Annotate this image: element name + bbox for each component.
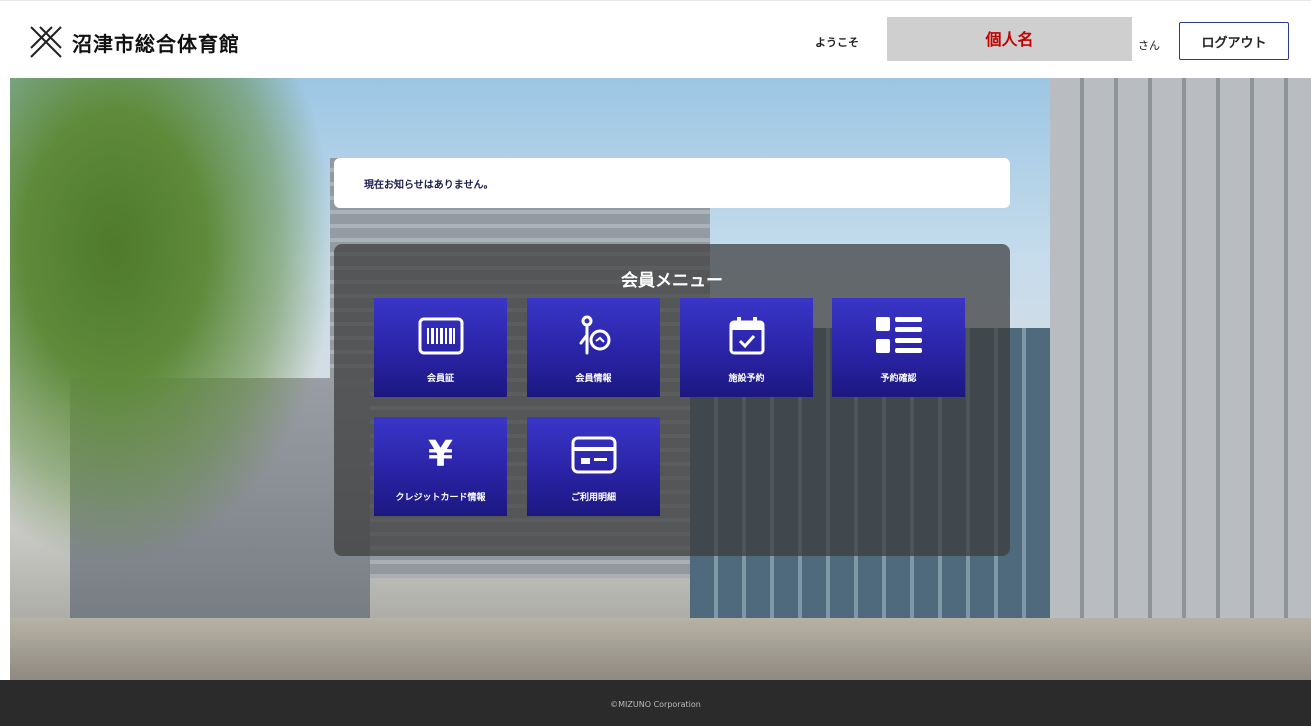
- menu-tile-credit-card-info[interactable]: ¥ クレジットカード情報: [374, 417, 507, 516]
- notice-text: 現在お知らせはありません。: [364, 180, 494, 191]
- notice-box: 現在お知らせはありません。: [334, 158, 1010, 208]
- menu-tile-label: 施設予約: [728, 374, 765, 384]
- menu-tile-reservation-check[interactable]: 予約確認: [832, 298, 965, 397]
- bg-building-right: [1050, 78, 1311, 678]
- site-header: 沼津市総合体育館 ようこそ 個人名 さん ログアウト: [0, 0, 1311, 78]
- list-icon: [875, 317, 922, 353]
- welcome-label: ようこそ: [815, 36, 859, 49]
- menu-tile-member-info[interactable]: 会員情報: [527, 298, 660, 397]
- bg-tree: [10, 78, 330, 558]
- menu-tile-label: クレジットカード情報: [395, 493, 486, 503]
- member-menu-title: 会員メニュー: [621, 271, 723, 291]
- menu-tile-label: 予約確認: [880, 374, 917, 384]
- receipt-card-icon: [571, 436, 616, 474]
- barcode-card-icon: [418, 317, 463, 355]
- bg-plaza: [10, 618, 1311, 680]
- user-name: 個人名: [985, 30, 1034, 49]
- menu-tile-label: ご利用明細: [570, 493, 616, 503]
- logo-mark-icon: [30, 26, 62, 58]
- username-box: 個人名: [887, 17, 1132, 61]
- member-menu-panel: 会員メニュー 会員証 会員情報 施設予約 予約確認 ¥ クレジットカード情報 ご…: [334, 244, 1010, 556]
- menu-tile-label: 会員情報: [575, 374, 612, 384]
- honorific-label: さん: [1138, 39, 1160, 52]
- site-name: 沼津市総合体育館: [72, 31, 240, 56]
- calendar-check-icon: [729, 317, 764, 355]
- copyright-text: ©MIZUNO Corporation: [610, 700, 701, 709]
- menu-tile-facility-reservation[interactable]: 施設予約: [680, 298, 813, 397]
- menu-tile-membership-card[interactable]: 会員証: [374, 298, 507, 397]
- logout-button[interactable]: ログアウト: [1179, 22, 1289, 60]
- site-logo[interactable]: 沼津市総合体育館: [28, 25, 240, 59]
- menu-tile-label: 会員証: [426, 374, 454, 384]
- yen-icon: ¥: [427, 434, 454, 475]
- person-info-icon: [579, 315, 610, 355]
- menu-tile-usage-statement[interactable]: ご利用明細: [527, 417, 660, 516]
- site-footer: ©MIZUNO Corporation: [0, 680, 1311, 726]
